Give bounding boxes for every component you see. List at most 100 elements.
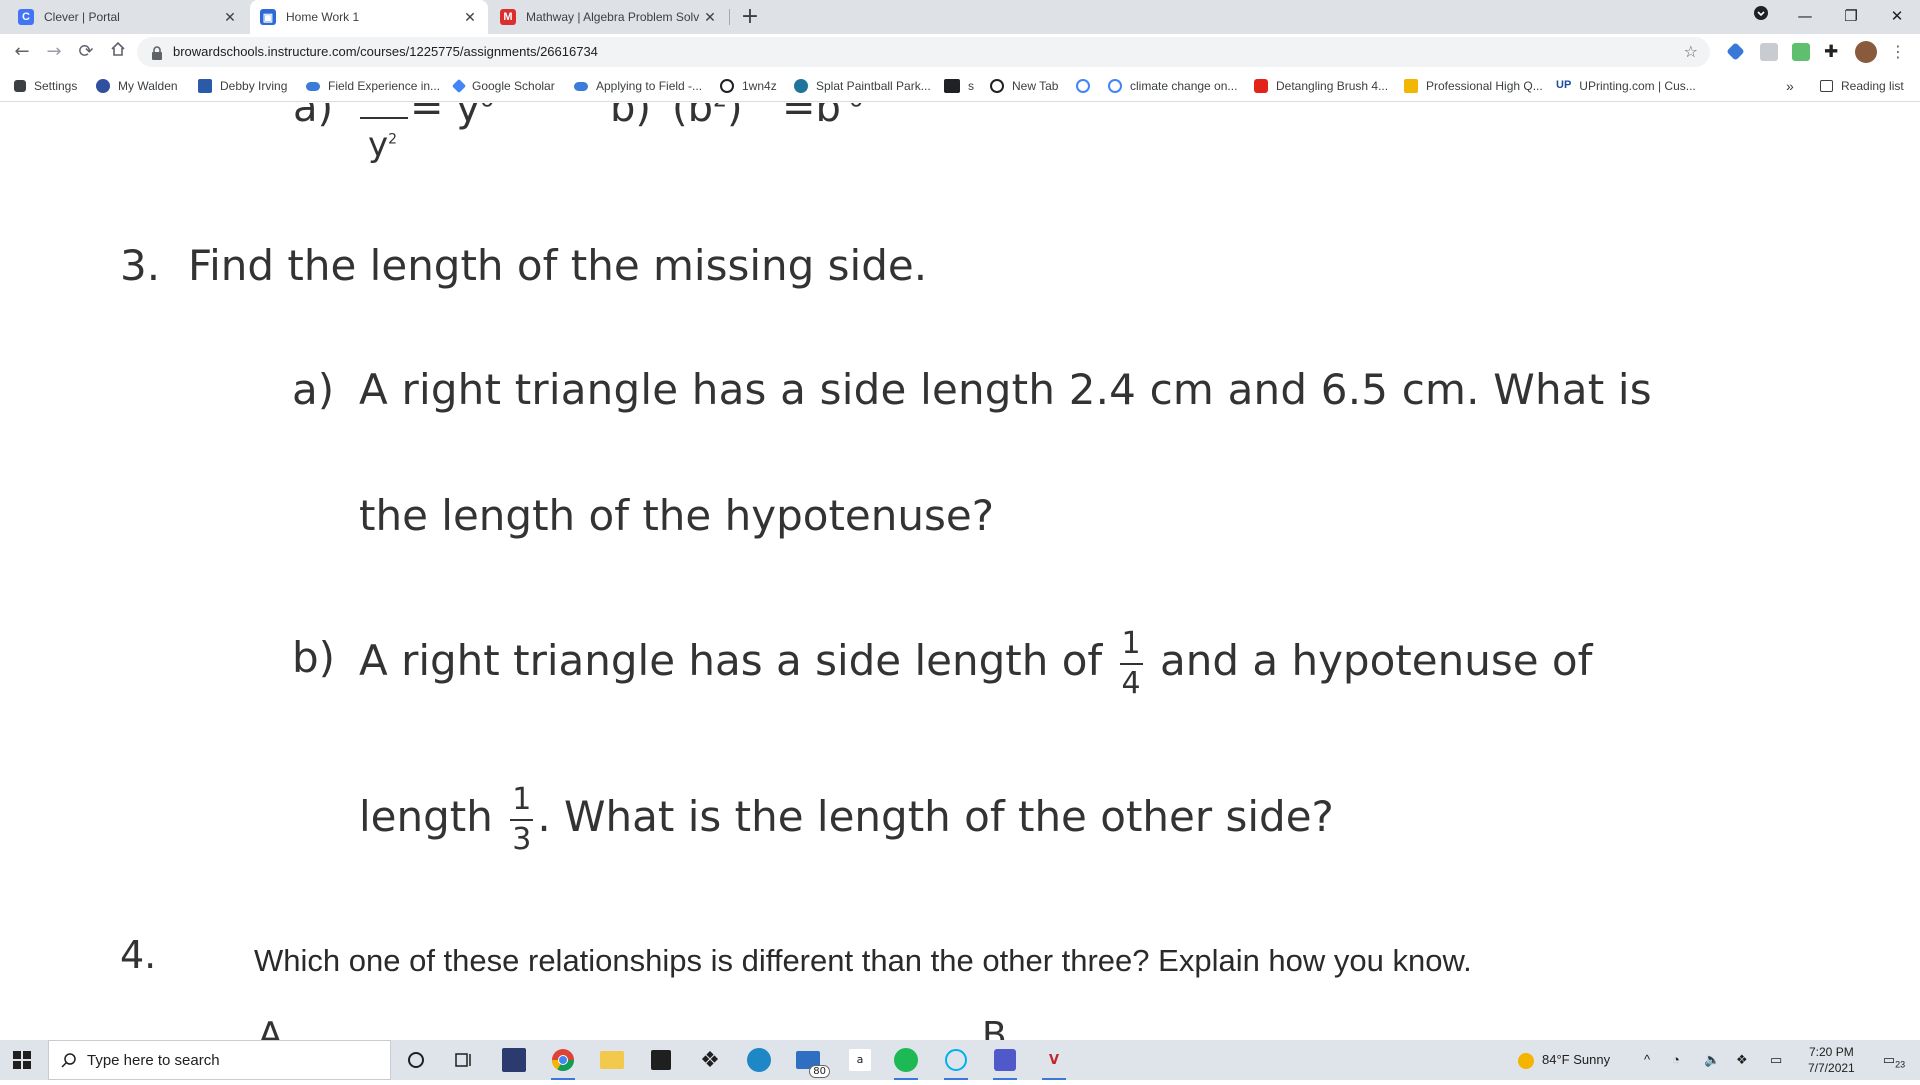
tab-mathway[interactable]: M Mathway | Algebra Problem Solv ✕ [490, 0, 728, 34]
question-4-option-b: B [982, 1015, 1007, 1040]
start-button[interactable] [6, 1044, 38, 1076]
wordpress-icon [794, 79, 808, 93]
taskbar-search-box[interactable]: Type here to search [48, 1040, 391, 1080]
prev-problem-a-den-exponent: 2 [388, 131, 398, 148]
back-button[interactable]: ← [8, 38, 36, 66]
question-3b-line-1: A right triangle has a side length of 1 … [359, 611, 1592, 711]
keyboard-icon[interactable]: ▭ [1770, 1040, 1782, 1080]
tab-search-button[interactable] [1738, 0, 1784, 34]
close-window-button[interactable]: ✕ [1874, 0, 1920, 34]
bookmark-uprinting[interactable]: UP UPrinting.com | Cus... [1556, 70, 1696, 102]
bookmark-google-scholar[interactable]: Google Scholar [451, 70, 555, 102]
url-text: browardschools.instructure.com/courses/1… [173, 44, 598, 59]
skype-icon[interactable] [940, 1044, 972, 1080]
lock-icon[interactable] [151, 45, 163, 64]
bookmark-professional-high[interactable]: Professional High Q... [1404, 70, 1543, 102]
extension-green-icon[interactable] [1792, 43, 1810, 61]
store-icon[interactable] [645, 1044, 677, 1076]
tab-clever[interactable]: C Clever | Portal ✕ [8, 0, 248, 34]
bookmark-google[interactable] [1076, 70, 1090, 102]
bookmark-my-walden[interactable]: My Walden [96, 70, 178, 102]
volume-icon[interactable]: 🔈 [1704, 1040, 1720, 1080]
question-4-option-a: A [258, 1015, 283, 1040]
app-ve-icon[interactable]: V [1038, 1044, 1070, 1080]
question-3-title: Find the length of the missing side. [188, 241, 928, 290]
globe-icon [720, 79, 734, 93]
bookmark-field-experience[interactable]: Field Experience in... [306, 70, 440, 102]
search-icon [61, 1052, 77, 1072]
shop-icon [1254, 79, 1268, 93]
reload-button[interactable]: ⟳ [72, 38, 100, 66]
menu-button[interactable]: ⋮ [1884, 38, 1912, 66]
more-bookmarks-button[interactable]: » [1786, 70, 1794, 102]
puzzle-icon[interactable]: ✚ [1824, 43, 1842, 61]
question-3a-line-2: the length of the hypotenuse? [359, 491, 995, 540]
extension-blue-icon[interactable] [1726, 42, 1745, 61]
dropbox-tray-icon[interactable]: ❖ [1736, 1040, 1748, 1080]
extension-gray-icon[interactable] [1760, 43, 1778, 61]
notification-center-button[interactable]: ▭23 [1874, 1040, 1914, 1080]
home-button[interactable] [104, 38, 132, 66]
bookmark-splat-paintball[interactable]: Splat Paintball Park... [794, 70, 931, 102]
fraction-one-quarter: 1 4 [1119, 625, 1143, 701]
reading-list-button[interactable]: Reading list [1820, 70, 1904, 102]
app-blue-icon[interactable] [498, 1044, 530, 1076]
close-icon[interactable]: ✕ [222, 9, 238, 26]
bookmark-settings[interactable]: Settings [14, 70, 77, 102]
mathway-icon: M [500, 9, 516, 25]
bookmark-1wn4z[interactable]: 1wn4z [720, 70, 777, 102]
edge-icon[interactable] [743, 1044, 775, 1076]
spotify-icon[interactable] [890, 1044, 922, 1080]
bookmark-detangling-brush[interactable]: Detangling Brush 4... [1254, 70, 1388, 102]
teams-icon[interactable] [989, 1044, 1021, 1080]
prev-problem-b-rhs: =b-6 [782, 103, 863, 131]
bookmark-new-tab[interactable]: New Tab [990, 70, 1058, 102]
clock[interactable]: 7:20 PM 7/7/2021 [1808, 1044, 1855, 1084]
mail-icon[interactable]: 80 [792, 1044, 830, 1078]
address-bar[interactable]: browardschools.instructure.com/courses/1… [137, 37, 1710, 67]
dropbox-icon[interactable]: ❖ [694, 1044, 726, 1076]
bookmark-star-icon[interactable]: ☆ [1684, 37, 1698, 67]
prev-problem-b-rhs-exponent: -6 [841, 103, 863, 113]
avatar[interactable] [1855, 41, 1877, 63]
show-hidden-icons[interactable]: ^ [1644, 1040, 1650, 1080]
bookmark-debby-irving[interactable]: Debby Irving [198, 70, 287, 102]
bookmark-label: New Tab [1012, 79, 1059, 93]
task-view-icon[interactable] [448, 1044, 480, 1076]
clock-time: 7:20 PM [1809, 1045, 1854, 1059]
bookmark-s[interactable]: s [944, 70, 974, 102]
cortana-icon[interactable] [400, 1044, 432, 1076]
tab-strip: C Clever | Portal ✕ ▣ Home Work 1 ✕ M Ma… [0, 0, 1920, 34]
close-icon[interactable]: ✕ [702, 9, 718, 26]
new-tab-button[interactable]: + [737, 4, 763, 30]
tab-divider [729, 9, 730, 25]
chrome-icon[interactable] [547, 1044, 579, 1080]
bookmarks-bar: Settings My Walden Debby Irving Field Ex… [0, 70, 1920, 102]
minimize-button[interactable]: — [1782, 0, 1828, 34]
bookmark-label: s [968, 79, 974, 93]
amazon-icon[interactable]: a [844, 1044, 876, 1076]
bookmark-climate-change[interactable]: climate change on... [1108, 70, 1237, 102]
question-3a-label: a) [292, 365, 335, 414]
forward-button[interactable]: → [40, 38, 68, 66]
file-explorer-icon[interactable] [596, 1044, 628, 1076]
bookmark-label: Debby Irving [220, 79, 288, 93]
question-3b-label: b) [292, 633, 336, 682]
bookmark-label: Settings [34, 79, 78, 93]
network-icon[interactable]: ◔ [1672, 1040, 1680, 1080]
windows-taskbar: Type here to search ❖ 80 a V 84°F Sunny … [0, 1040, 1920, 1080]
weather-widget[interactable]: 84°F Sunny [1518, 1040, 1610, 1080]
bookmark-label: Splat Paintball Park... [816, 79, 931, 93]
tab-title: Clever | Portal [44, 10, 120, 24]
restore-button[interactable]: ❐ [1828, 0, 1874, 34]
bookmark-label: UPrinting.com | Cus... [1579, 79, 1696, 93]
close-icon[interactable]: ✕ [462, 9, 478, 26]
question-4-number: 4. [120, 933, 157, 977]
bookmark-applying-field[interactable]: Applying to Field -... [574, 70, 702, 102]
bookmark-label: Field Experience in... [328, 79, 441, 93]
bookmark-label: 1wn4z [742, 79, 777, 93]
bookmark-label: climate change on... [1130, 79, 1238, 93]
gear-icon [14, 80, 26, 92]
tab-home-work[interactable]: ▣ Home Work 1 ✕ [250, 0, 488, 34]
reading-list-label: Reading list [1841, 79, 1904, 93]
